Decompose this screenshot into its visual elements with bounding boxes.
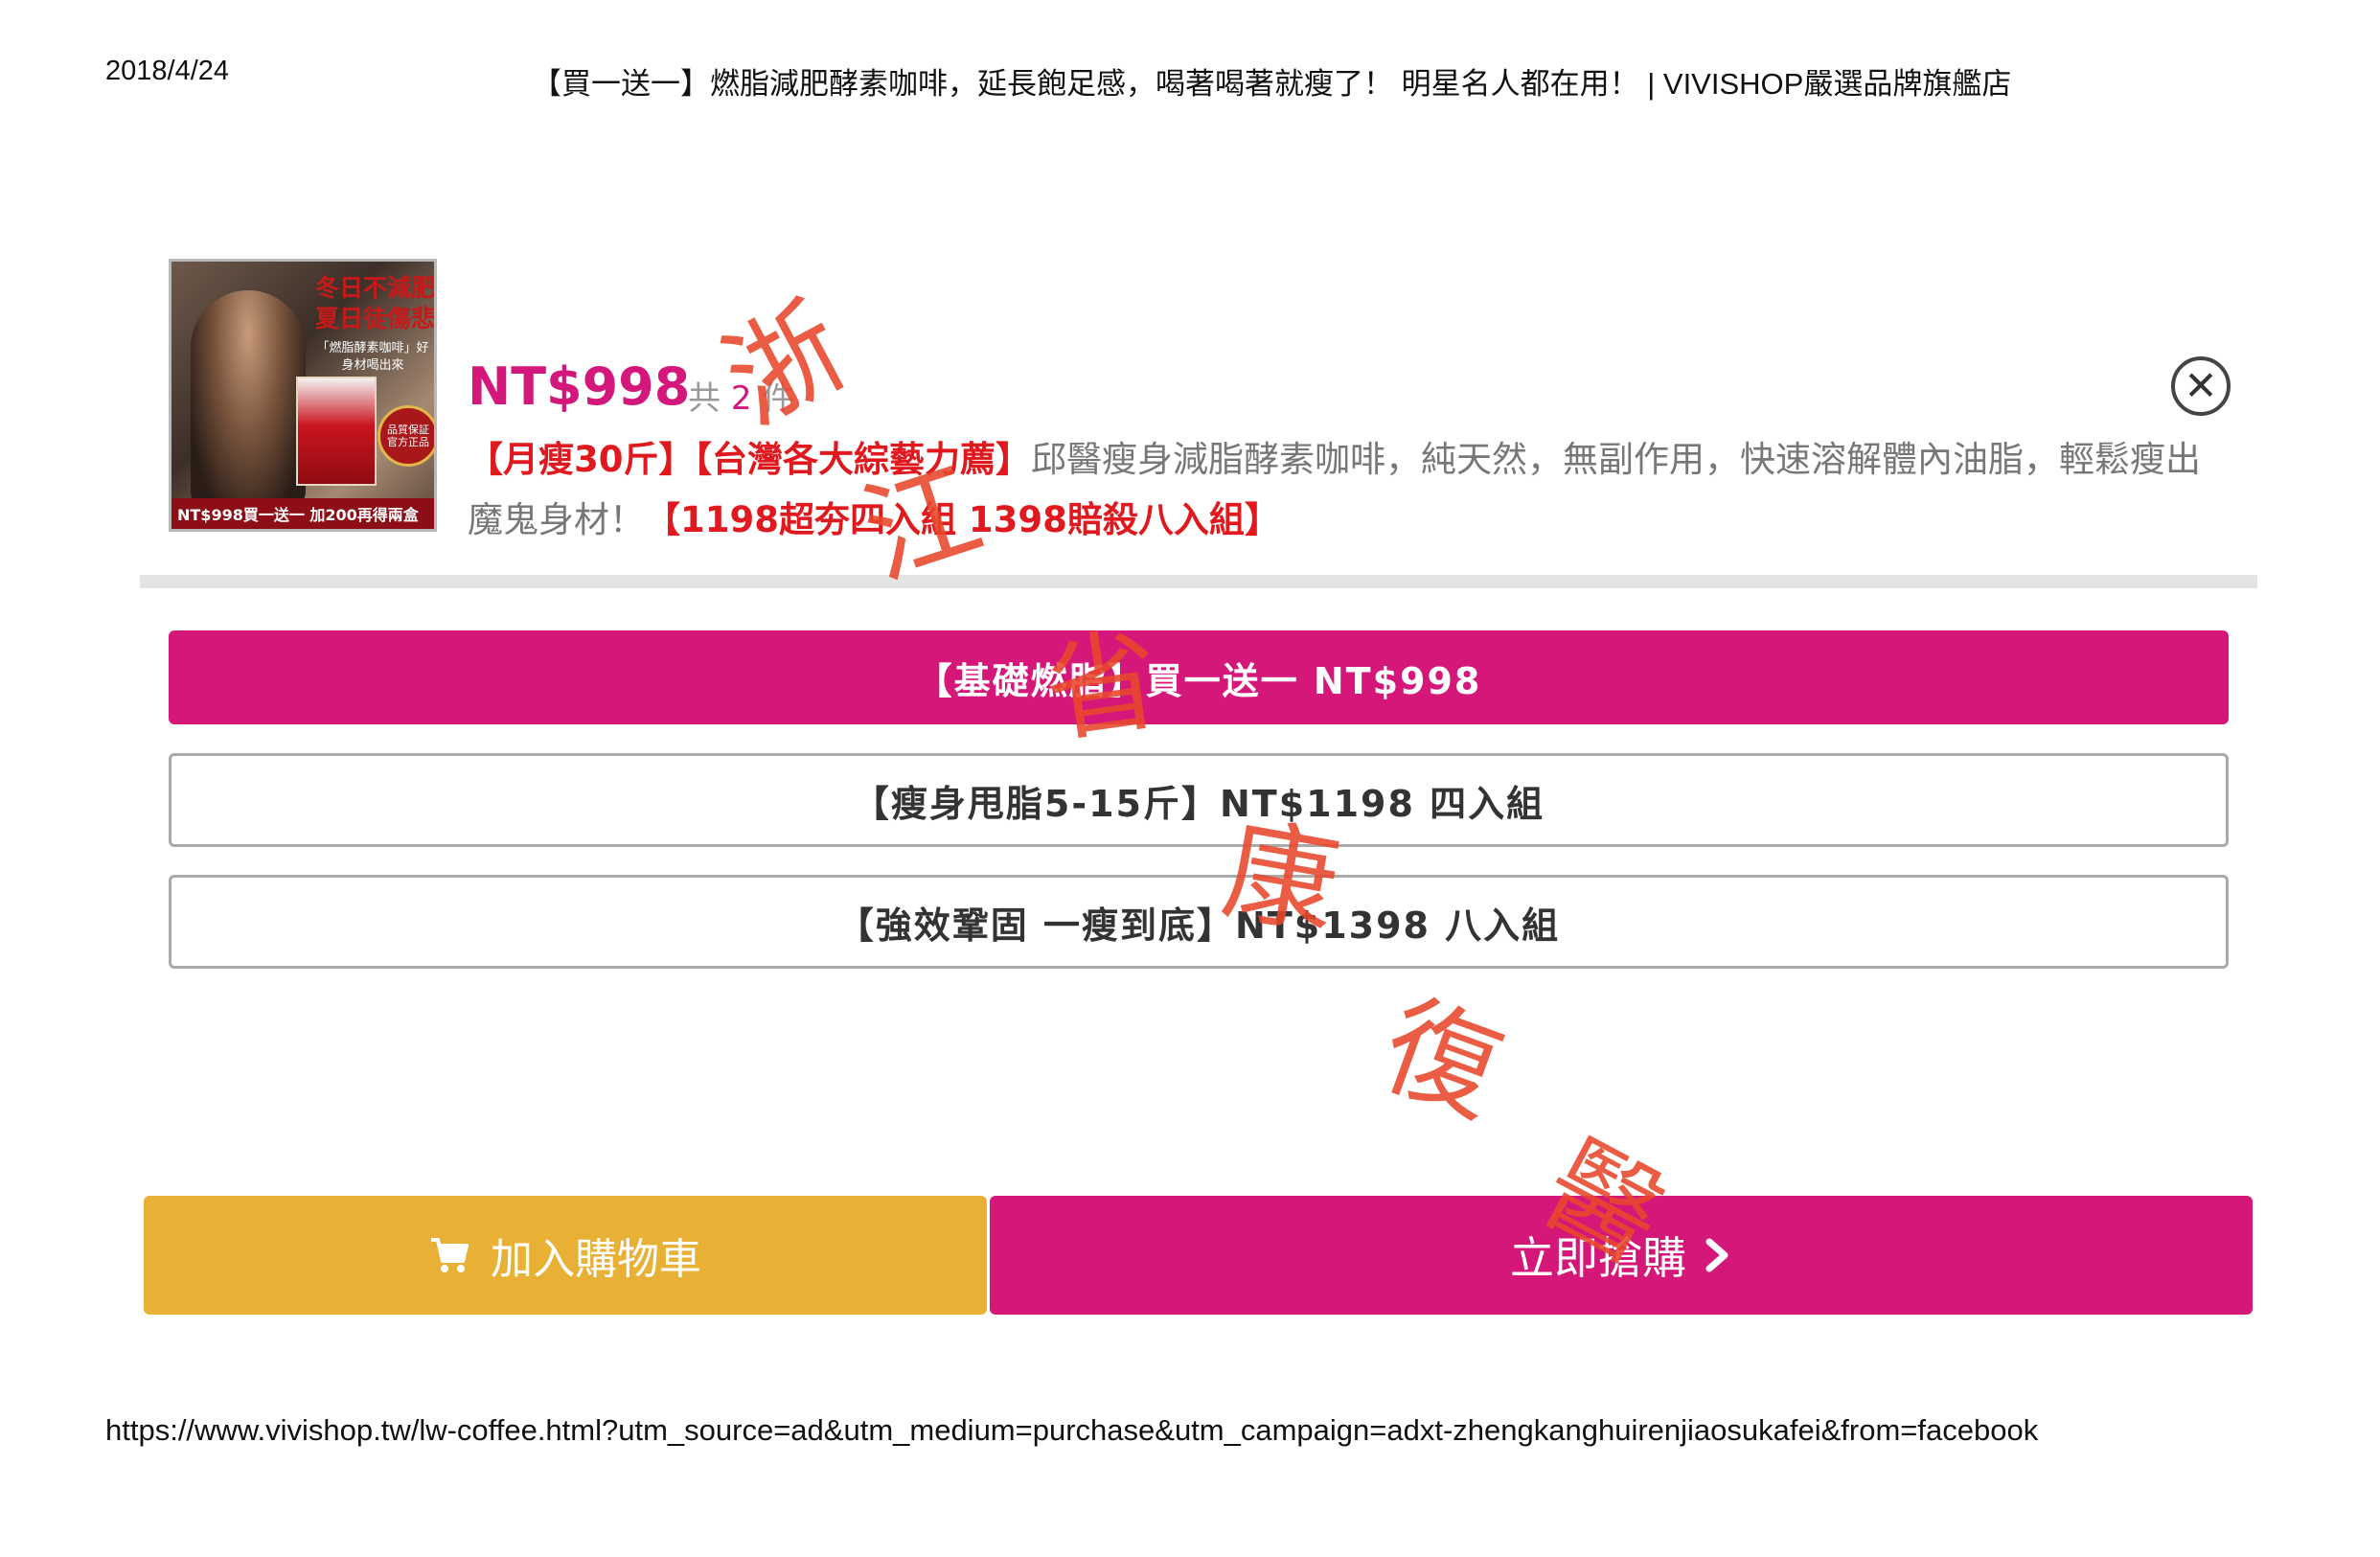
item-count-suffix: 件 — [762, 379, 795, 418]
quality-seal: 品質保証 官方正品 — [378, 405, 434, 467]
product-price: NT$998 — [468, 356, 691, 417]
desc-tag-monthly: 【月瘦30斤】 — [468, 439, 695, 480]
product-description: 【月瘦30斤】【台灣各大綜藝力薦】邱醫瘦身減脂酵素咖啡，純天然，無副作用，快速溶… — [468, 429, 2231, 550]
print-url: https://www.vivishop.tw/lw-coffee.html?u… — [105, 1413, 2039, 1447]
item-count-value: 2 — [730, 379, 752, 418]
print-page-title: 【買一送一】燃脂減肥酵素咖啡，延長飽足感，喝著喝著就瘦了！ 明星名人都在用！ |… — [532, 67, 2012, 101]
print-date: 2018/4/24 — [105, 56, 230, 86]
option-basic-bogo[interactable]: 【基礎燃脂】買一送一 NT$998 — [169, 630, 2229, 724]
close-button[interactable]: ✕ — [2171, 356, 2231, 416]
chevron-right-icon — [1704, 1238, 1732, 1272]
option-four-pack[interactable]: 【瘦身甩脂5-15斤】NT$1198 四入組 — [169, 753, 2229, 847]
add-to-cart-button[interactable]: 加入購物車 — [144, 1196, 987, 1315]
stamp-char: 復 — [1366, 977, 1519, 1141]
desc-tag-bundles: 【1198超夯四入組 1398賠殺八入組】 — [645, 499, 1280, 540]
section-divider — [140, 575, 2257, 588]
thumbnail-subtext: 「燃脂酵素咖啡」好身材喝出來 — [316, 341, 429, 373]
buy-now-button[interactable]: 立即搶購 — [990, 1196, 2253, 1315]
thumbnail-promo-strip: NT$998買一送一 加200再得兩盒 — [172, 498, 434, 529]
product-thumbnail: 冬日不減肥 夏日徒傷悲 「燃脂酵素咖啡」好身材喝出來 品質保証 官方正品 NT$… — [169, 259, 437, 532]
add-to-cart-label: 加入購物車 — [491, 1235, 701, 1284]
desc-tag-tv: 【台灣各大綜藝力薦】 — [694, 439, 1032, 480]
coffee-box-image — [296, 377, 377, 486]
item-count-prefix: 共 — [688, 379, 721, 418]
stamp-char: 浙 — [703, 279, 866, 449]
buy-now-label: 立即搶購 — [1510, 1232, 1686, 1284]
shopping-cart-icon — [429, 1236, 469, 1274]
model-figure — [191, 290, 306, 511]
close-icon: ✕ — [2184, 362, 2218, 409]
option-eight-pack[interactable]: 【強效鞏固 一瘦到底】NT$1398 八入組 — [169, 875, 2229, 969]
item-count: 共 2 件 — [688, 372, 794, 419]
thumbnail-headline: 冬日不減肥 夏日徒傷悲 — [314, 274, 435, 332]
